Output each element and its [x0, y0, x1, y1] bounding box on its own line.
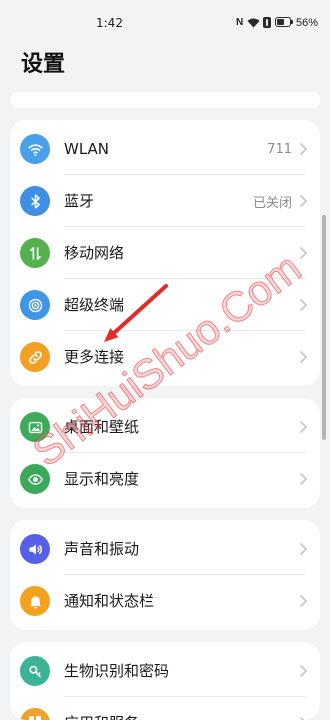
- settings-item-label: 生物识别和密码: [64, 662, 170, 680]
- chevron-right-icon: [300, 665, 307, 677]
- wallpaper-icon: [20, 412, 50, 442]
- settings-item-biometrics-password[interactable]: 生物识别和密码: [10, 645, 320, 697]
- settings-item-label: 声音和振动: [64, 540, 140, 558]
- mobile-network-icon: [20, 238, 50, 268]
- settings-item-notifications[interactable]: 通知和状态栏: [10, 575, 320, 627]
- chevron-right-icon: [300, 143, 307, 155]
- security-apps-group: 生物识别和密码 应用和服务: [10, 642, 320, 720]
- display-brightness-icon: [20, 464, 50, 494]
- display-group: 桌面和壁纸 显示和亮度: [10, 398, 320, 508]
- settings-item-more-connections[interactable]: 更多连接: [10, 331, 320, 383]
- speaker-icon: [20, 534, 50, 564]
- settings-item-label: WLAN: [64, 140, 110, 158]
- chevron-right-icon: [300, 247, 307, 259]
- settings-item-label: 移动网络: [64, 244, 125, 262]
- settings-item-label: 蓝牙: [64, 192, 95, 210]
- chevron-right-icon: [300, 195, 307, 207]
- settings-item-label: 更多连接: [64, 348, 125, 366]
- key-icon: [20, 656, 50, 686]
- chevron-right-icon: [300, 351, 307, 363]
- chevron-right-icon: [300, 543, 307, 555]
- connectivity-group: WLAN 711 蓝牙 已关闭 移动网络 超级终端 更多连接: [10, 120, 320, 386]
- settings-item-label: 应用和服务: [64, 713, 139, 720]
- super-device-icon: [20, 290, 50, 320]
- settings-item-label: 桌面和壁纸: [64, 418, 140, 436]
- settings-screen: 1:42 N 56% 设置 WLAN 711 蓝牙 已关闭 移动网络 超级终端 …: [0, 0, 330, 720]
- chevron-right-icon: [300, 473, 307, 485]
- settings-item-mobile-network[interactable]: 移动网络: [10, 227, 320, 279]
- chevron-right-icon: [300, 299, 307, 311]
- battery-fill: [277, 19, 284, 25]
- scrollbar-thumb[interactable]: [322, 215, 326, 440]
- settings-item-sound-vibration[interactable]: 声音和振动: [10, 523, 320, 575]
- battery-nub: [291, 20, 293, 24]
- link-icon: [20, 342, 50, 372]
- settings-item-label: 超级终端: [64, 296, 125, 314]
- settings-item-display-brightness[interactable]: 显示和亮度: [10, 453, 320, 505]
- settings-item-super-device[interactable]: 超级终端: [10, 279, 320, 331]
- chevron-right-icon: [300, 595, 307, 607]
- nfc-icon: N: [236, 17, 244, 28]
- status-indicator-icon: [263, 17, 271, 28]
- chevron-right-icon: [300, 421, 307, 433]
- bluetooth-icon: [20, 186, 50, 216]
- settings-item-label: 显示和亮度: [64, 470, 140, 488]
- sound-notification-group: 声音和振动 通知和状态栏: [10, 520, 320, 630]
- scrolled-card-edge[interactable]: [10, 92, 320, 108]
- bell-icon: [20, 586, 50, 616]
- apps-icon: [20, 708, 50, 720]
- wifi-icon: [20, 134, 50, 164]
- wifi-status-icon: [247, 18, 260, 28]
- battery-percent: 56%: [296, 17, 319, 29]
- settings-item-wallpaper[interactable]: 桌面和壁纸: [10, 401, 320, 453]
- settings-item-wlan[interactable]: WLAN 711: [10, 123, 320, 175]
- settings-item-value: 已关闭: [252, 195, 292, 211]
- battery-icon: [275, 17, 291, 27]
- page-title: 设置: [21, 52, 66, 77]
- clock: 1:42: [96, 16, 123, 30]
- status-bar: 1:42 N 56%: [0, 0, 330, 44]
- settings-item-bluetooth[interactable]: 蓝牙 已关闭: [10, 175, 320, 227]
- settings-item-apps-services[interactable]: 应用和服务: [10, 697, 320, 720]
- settings-item-label: 通知和状态栏: [64, 592, 155, 610]
- settings-item-value: 711: [267, 141, 292, 157]
